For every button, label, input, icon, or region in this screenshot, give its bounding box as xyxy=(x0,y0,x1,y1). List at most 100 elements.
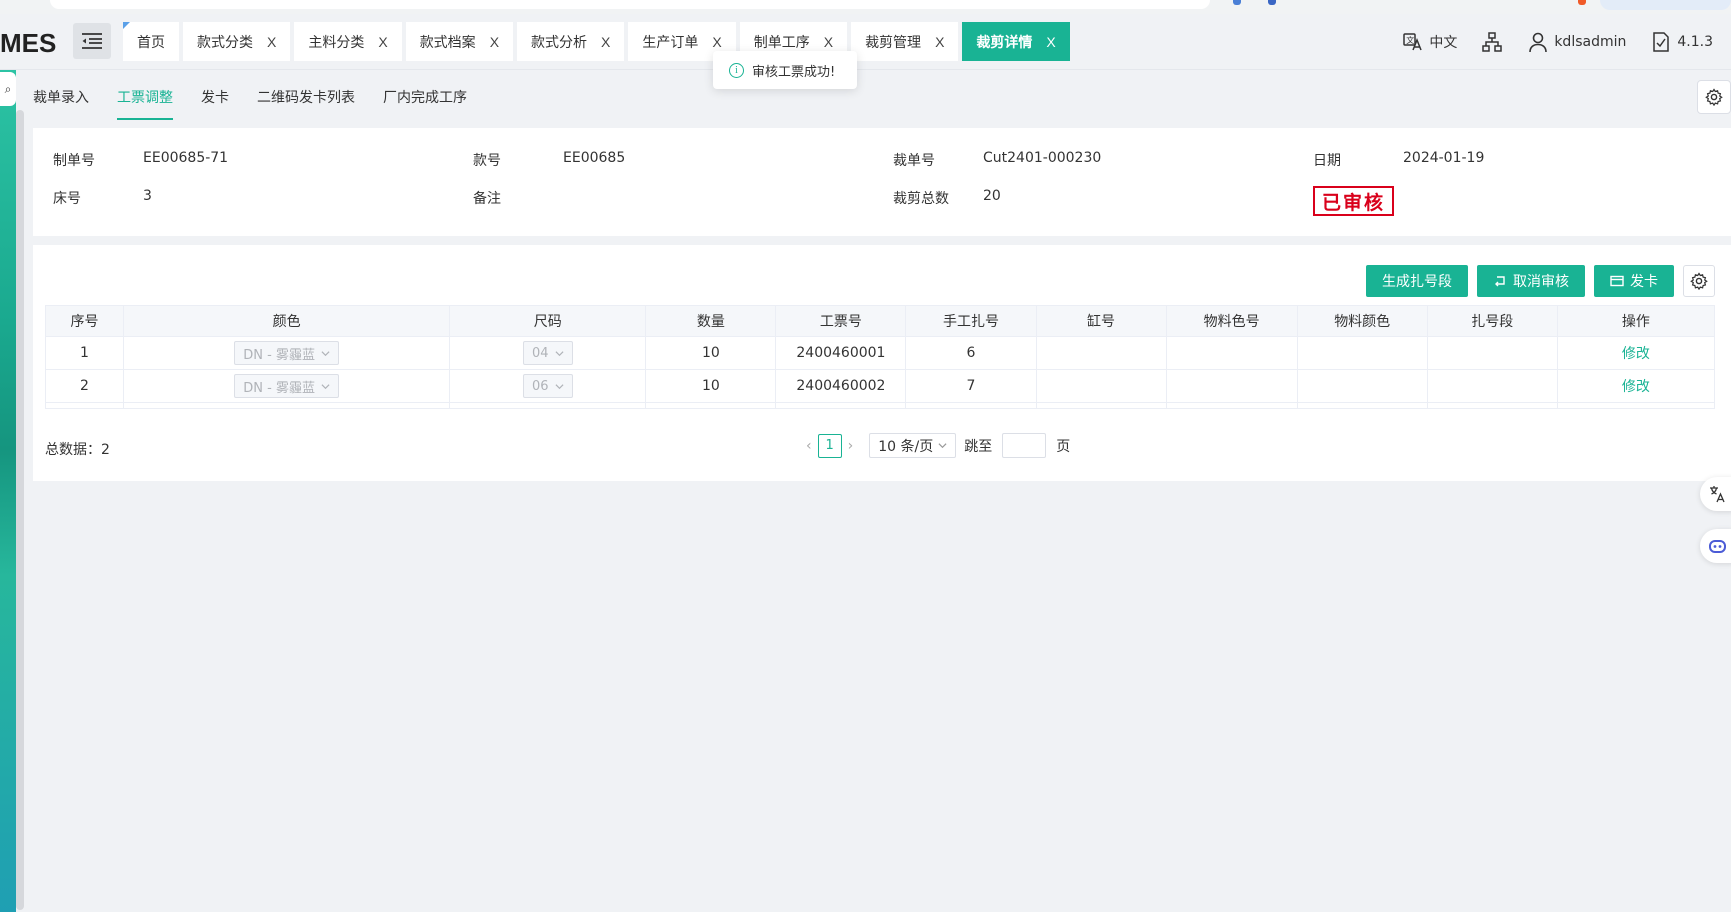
tab-close-icon[interactable]: X xyxy=(490,34,499,50)
tab-close-icon[interactable]: X xyxy=(824,34,833,50)
seq-cell: 2 xyxy=(44,369,125,403)
prev-page-icon[interactable]: ‹ xyxy=(806,438,812,454)
tab-label: 裁剪管理 xyxy=(865,34,922,51)
ticket-cell: 2400460001 xyxy=(775,336,907,370)
translate-icon: 文 xyxy=(1403,33,1423,51)
cut-no-value: Cut2401-000230 xyxy=(983,150,1102,166)
tab-label: 制单工序 xyxy=(753,34,810,51)
tab-style-archive[interactable]: 款式档案 X xyxy=(405,22,514,61)
tab-label: 裁剪详情 xyxy=(976,34,1033,51)
subtab-inhouse-process[interactable]: 厂内完成工序 xyxy=(383,78,467,122)
translate-float-button[interactable] xyxy=(1700,477,1731,511)
color-select[interactable]: DN - 雾霾蓝 xyxy=(234,374,339,398)
color-select[interactable]: DN - 雾霾蓝 xyxy=(234,341,339,365)
tab-close-icon[interactable]: X xyxy=(267,34,276,50)
subtab-qr-card-list[interactable]: 二维码发卡列表 xyxy=(257,78,355,122)
search-icon[interactable]: ⌕ xyxy=(0,72,16,106)
table-header-row: 序号 颜色 尺码 数量 工票号 手工扎号 缸号 物料色号 物料颜色 扎号段 操作 xyxy=(44,305,1716,337)
page-size-select[interactable]: 10 条/页 xyxy=(869,433,957,458)
select-value: 06 xyxy=(532,378,549,394)
profile-button[interactable] xyxy=(1600,0,1731,10)
edit-link[interactable]: 修改 xyxy=(1622,346,1650,362)
extension-icon[interactable] xyxy=(1233,0,1241,5)
edit-link[interactable]: 修改 xyxy=(1622,379,1650,395)
page-settings-button[interactable] xyxy=(1697,80,1731,114)
subtab-cut-entry[interactable]: 裁单录入 xyxy=(33,78,89,122)
chevron-down-icon xyxy=(321,350,330,356)
column-header: 扎号段 xyxy=(1426,305,1558,337)
toast-message: 审核工票成功! xyxy=(752,64,836,80)
tab-close-icon[interactable]: X xyxy=(601,34,610,50)
tab-close-icon[interactable]: X xyxy=(712,34,721,50)
total-count: 总数据：2 xyxy=(45,442,110,458)
style-no-label: 款号 xyxy=(473,153,501,169)
issue-card-button[interactable]: 发卡 xyxy=(1594,265,1674,297)
bundle-segment-cell xyxy=(1426,369,1558,403)
tab-label: 款式分类 xyxy=(197,34,253,51)
language-switch[interactable]: 文 中文 xyxy=(1402,31,1457,53)
tab-main-material-category[interactable]: 主料分类 X xyxy=(294,22,402,61)
address-bar[interactable] xyxy=(50,0,1210,9)
cut-total-label: 裁剪总数 xyxy=(893,191,949,207)
column-header: 尺码 xyxy=(449,305,647,337)
tab-label: 款式档案 xyxy=(419,34,476,51)
material-code-cell xyxy=(1165,336,1298,370)
style-no-value: EE00685 xyxy=(563,150,626,166)
extension-icon[interactable] xyxy=(1578,0,1586,5)
size-select[interactable]: 04 xyxy=(523,341,573,365)
size-cell: 06 xyxy=(449,369,647,403)
top-header: MES 首页 款式分类 X 主料分类 X 款式档案 X 款式分析 X 生产订单 xyxy=(0,14,1731,70)
ticket-table: 序号 颜色 尺码 数量 工票号 手工扎号 缸号 物料色号 物料颜色 扎号段 操作… xyxy=(44,305,1716,409)
tab-close-icon[interactable]: X xyxy=(378,34,387,50)
extension-icon[interactable] xyxy=(1268,0,1276,5)
username-label: kdlsadmin xyxy=(1554,34,1627,50)
jump-page-input[interactable] xyxy=(1002,433,1047,458)
size-select[interactable]: 06 xyxy=(523,374,573,398)
column-header: 操作 xyxy=(1556,305,1716,337)
column-header: 工票号 xyxy=(775,305,907,337)
bundle-segment-cell xyxy=(1426,336,1558,370)
svg-text:文: 文 xyxy=(1407,35,1415,45)
select-value: DN - 雾霾蓝 xyxy=(243,380,315,396)
tab-home[interactable]: 首页 xyxy=(123,22,179,61)
date-label: 日期 xyxy=(1313,153,1341,169)
tab-close-icon[interactable]: X xyxy=(935,34,944,50)
chevron-down-icon xyxy=(555,350,564,356)
select-value: 04 xyxy=(532,345,549,361)
app-logo: MES xyxy=(0,28,57,58)
approved-stamp: 已审核 xyxy=(1313,186,1394,216)
order-info-panel: 制单号 EE00685-71 款号 EE00685 裁单号 Cut2401-00… xyxy=(33,128,1731,236)
table-settings-button[interactable] xyxy=(1683,265,1715,297)
page-number[interactable]: 1 xyxy=(817,433,842,458)
chevron-down-icon xyxy=(321,383,330,389)
vat-cell xyxy=(1035,369,1167,403)
cut-no-label: 裁单号 xyxy=(893,153,935,169)
tab-style-category[interactable]: 款式分类 X xyxy=(183,22,291,61)
tab-close-icon[interactable]: X xyxy=(1046,34,1055,50)
user-icon xyxy=(1529,32,1548,53)
tab-cutting-management[interactable]: 裁剪管理 X xyxy=(851,22,959,61)
qty-cell: 10 xyxy=(645,369,777,403)
header-right-tools: 文 中文 kdlsadmin 4.1.3 xyxy=(1402,14,1731,70)
version-info[interactable]: 4.1.3 xyxy=(1650,31,1713,53)
tab-style-analysis[interactable]: 款式分析 X xyxy=(517,22,625,61)
org-structure-button[interactable] xyxy=(1481,31,1503,53)
order-no-value: EE00685-71 xyxy=(143,150,229,166)
tab-cutting-detail[interactable]: 裁剪详情 X xyxy=(962,22,1070,61)
ticket-table-panel: 生成扎号段 取消审核 发卡 序号 颜色 尺码 数量 工票号 手工扎号 缸号 物料… xyxy=(33,245,1731,481)
generate-bundle-button[interactable]: 生成扎号段 xyxy=(1366,265,1468,297)
button-label: 发卡 xyxy=(1630,274,1658,290)
menu-toggle-button[interactable] xyxy=(73,23,111,59)
chevron-down-icon xyxy=(938,443,947,449)
subtab-ticket-adjust[interactable]: 工票调整 xyxy=(117,78,173,122)
column-header: 颜色 xyxy=(123,305,451,337)
chevron-down-icon xyxy=(555,383,564,389)
scrollbar[interactable] xyxy=(16,110,24,910)
cancel-review-button[interactable]: 取消审核 xyxy=(1477,265,1585,297)
user-menu[interactable]: kdlsadmin xyxy=(1527,31,1626,53)
column-header: 序号 xyxy=(44,305,125,337)
button-label: 取消审核 xyxy=(1513,274,1569,290)
subtab-issue-card[interactable]: 发卡 xyxy=(201,78,229,122)
assistant-float-button[interactable] xyxy=(1700,529,1731,563)
next-page-icon[interactable]: › xyxy=(848,438,854,454)
